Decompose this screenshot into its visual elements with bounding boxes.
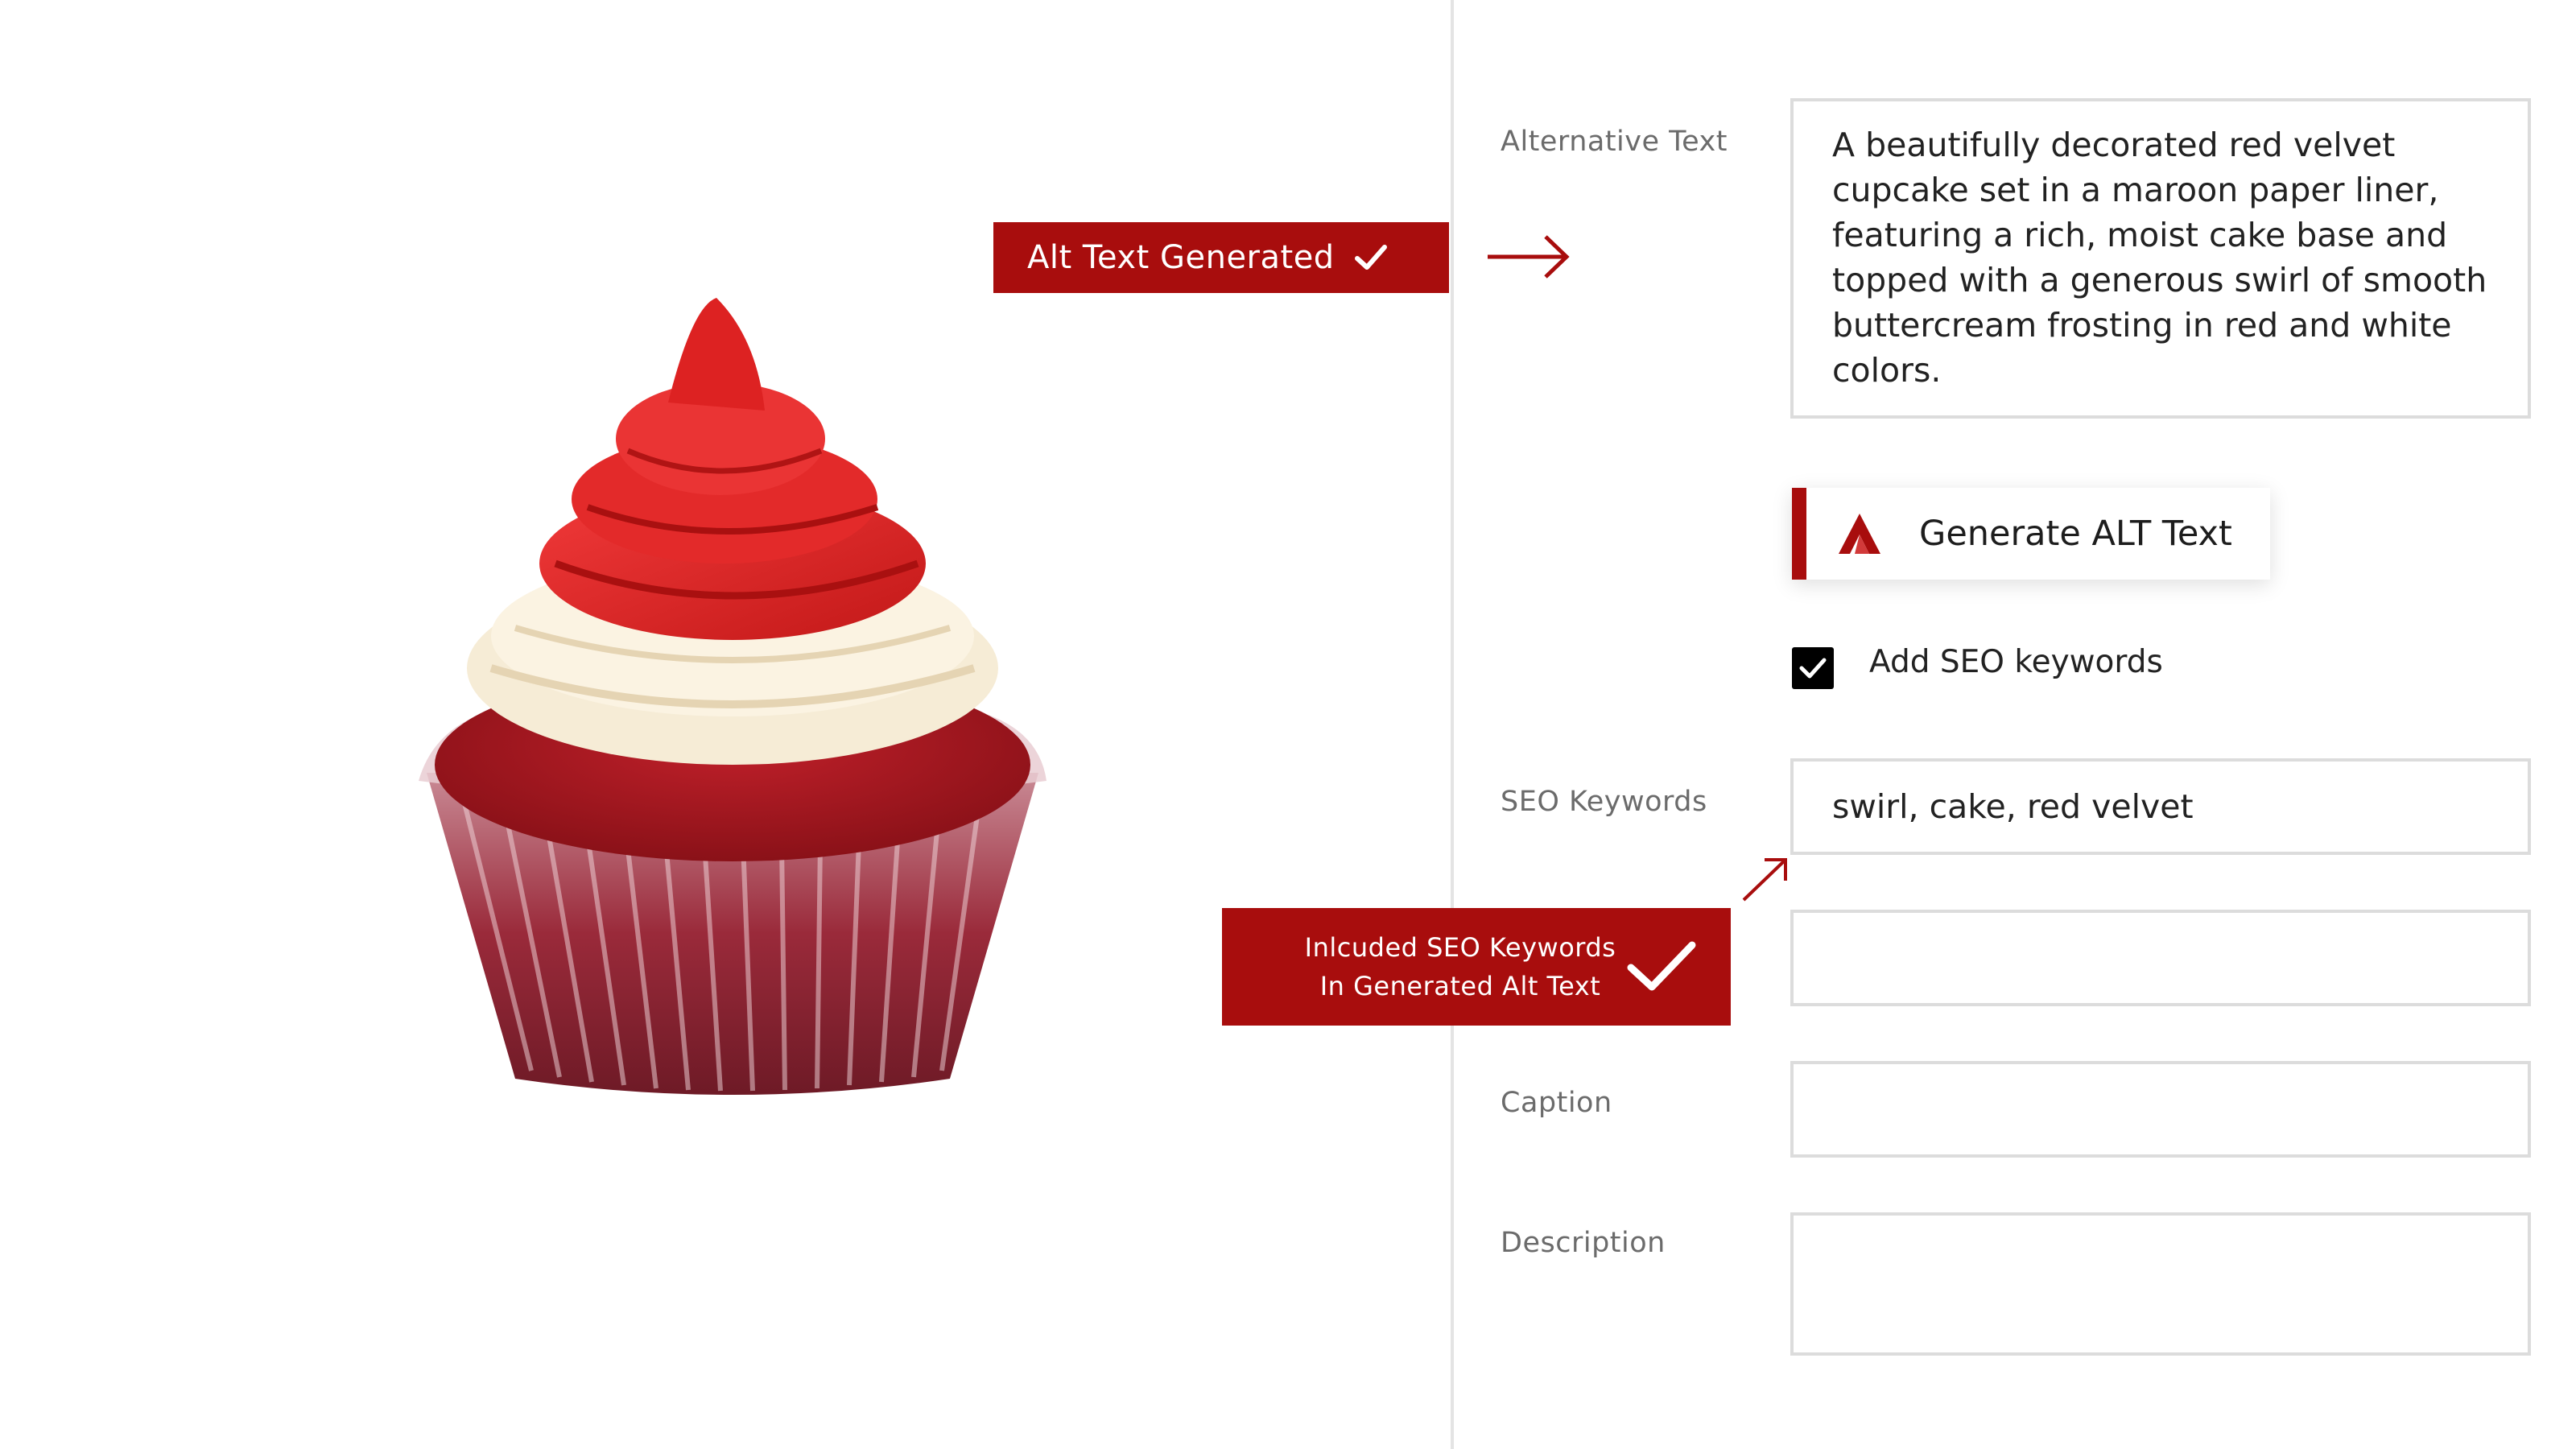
arrow-up-right-icon (1742, 858, 1787, 902)
seo-badge-line-2: In Generated Alt Text (1319, 971, 1601, 1001)
vertical-divider (1451, 0, 1454, 1449)
cupcake-image (419, 298, 1046, 1095)
seo-keywords-label: SEO Keywords (1501, 786, 1707, 818)
seo-keywords-value: swirl, cake, red velvet (1832, 787, 2194, 826)
alt-text-generated-badge: Alt Text Generated (993, 222, 1449, 293)
alt-text-generated-label: Alt Text Generated (1027, 239, 1335, 276)
seo-keywords-checkbox-label: Add SEO keywords (1869, 644, 2163, 680)
seo-keywords-input[interactable]: swirl, cake, red velvet (1790, 758, 2531, 855)
caption-label: Caption (1501, 1087, 1612, 1119)
seo-keywords-included-badge: Inlcuded SEO Keywords In Generated Alt T… (1222, 908, 1731, 1026)
caption-input[interactable] (1790, 1061, 2531, 1158)
seo-keywords-checkbox[interactable] (1792, 647, 1834, 689)
app-logo-icon (1839, 514, 1880, 554)
check-icon (1354, 245, 1387, 270)
button-accent-bar (1792, 488, 1806, 580)
unlabeled-input[interactable] (1790, 910, 2531, 1006)
description-input[interactable] (1790, 1212, 2531, 1356)
check-icon (1799, 658, 1827, 679)
generate-alt-text-label: Generate ALT Text (1919, 514, 2232, 554)
generate-alt-text-button[interactable]: Generate ALT Text (1792, 488, 2270, 580)
description-label: Description (1501, 1227, 1666, 1259)
alt-text-label: Alternative Text (1501, 126, 1728, 158)
seo-keywords-included-text: Inlcuded SEO Keywords In Generated Alt T… (1305, 928, 1616, 1005)
seo-badge-line-1: Inlcuded SEO Keywords (1304, 932, 1616, 963)
arrow-right-icon (1488, 235, 1570, 279)
alt-text-field[interactable]: A beautifully decorated red velvet cupca… (1790, 98, 2531, 419)
check-icon (1627, 941, 1696, 991)
alt-text-value: A beautifully decorated red velvet cupca… (1832, 126, 2487, 390)
